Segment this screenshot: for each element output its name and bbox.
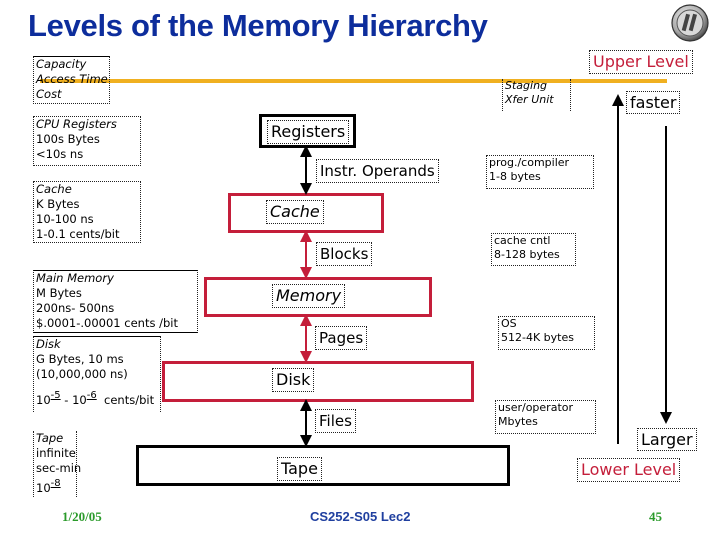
xfer-manager-prog-compiler: prog./compiler 1-8 bytes xyxy=(486,155,594,189)
memory-capacity: M Bytes xyxy=(36,286,82,300)
disk-capacity: G Bytes, 10 ms xyxy=(36,352,124,366)
cache-level-label: Cache xyxy=(266,200,324,224)
disk-cost-exp1: -5 xyxy=(50,390,61,401)
disk-cost-base1: 10 xyxy=(36,393,51,407)
disk-cost-exp2: -6 xyxy=(86,390,97,401)
tape-capacity: infinite xyxy=(36,446,76,460)
tape-spec-title: Tape xyxy=(36,431,64,445)
disk-spec-title: Disk xyxy=(36,337,61,351)
legend-capacity: Capacity xyxy=(36,57,87,71)
disk-cost-base2: 10 xyxy=(72,393,87,407)
tape-spec-box: Tape infinite sec-min 10-8 xyxy=(33,431,82,497)
registers-capacity: 100s Bytes xyxy=(36,132,100,146)
upper-level-label: Upper Level xyxy=(589,50,693,74)
xfer-size-label: 8-128 bytes xyxy=(494,247,560,261)
legend-cost: Cost xyxy=(36,87,62,101)
xfer-manager-label: prog./compiler xyxy=(489,156,570,169)
xfer-unit-files: Files xyxy=(315,409,356,433)
xfer-manager-user-operator: user/operator Mbytes xyxy=(495,400,596,434)
disk-access-time: (10,000,000 ns) xyxy=(36,367,128,381)
disk-cost-unit: cents/bit xyxy=(104,393,155,407)
university-seal-icon xyxy=(671,4,709,42)
cache-spec-title: Cache xyxy=(36,182,72,196)
registers-access-time: <10s ns xyxy=(36,147,84,161)
xfer-unit-blocks: Blocks xyxy=(316,242,373,266)
registers-spec-box: CPU Registers 100s Bytes <10s ns xyxy=(33,116,141,166)
cache-spec-box: Cache K Bytes 10-100 ns 1-0.1 cents/bit xyxy=(33,181,141,243)
memory-spec-box: Main Memory M Bytes 200ns- 500ns $.0001-… xyxy=(33,270,198,333)
xfer-manager-label: OS xyxy=(501,317,517,330)
tape-cost: 10-8 xyxy=(36,476,74,496)
footer-date: 1/20/05 xyxy=(62,509,102,524)
footer-course: CS252-S05 Lec2 xyxy=(310,509,411,524)
xfer-size-label: Mbytes xyxy=(498,414,538,428)
memory-level-label: Memory xyxy=(272,284,346,308)
xfer-manager-os: OS 512-4K bytes xyxy=(498,316,595,350)
xfer-size-label: 1-8 bytes xyxy=(489,169,541,183)
staging-header-box: Staging Xfer Unit xyxy=(502,79,571,111)
disk-level-label: Disk xyxy=(272,368,315,392)
tape-level-box xyxy=(136,445,510,486)
legend-access-time: Access Time xyxy=(36,72,108,86)
lower-level-label: Lower Level xyxy=(577,458,681,482)
xfer-manager-label: cache cntl xyxy=(494,234,551,247)
cache-capacity: K Bytes xyxy=(36,197,80,211)
slide-title: Levels of the Memory Hierarchy xyxy=(28,8,488,43)
memory-access-time: 200ns- 500ns xyxy=(36,301,115,315)
xfer-manager-label: user/operator xyxy=(498,401,574,414)
cache-access-time: 10-100 ns xyxy=(36,212,94,226)
hierarchy-header-rule xyxy=(40,79,667,83)
xfer-manager-cache-cntl: cache cntl 8-128 bytes xyxy=(491,233,576,266)
tape-cost-exp: -8 xyxy=(50,478,61,489)
registers-spec-title: CPU Registers xyxy=(36,117,117,131)
faster-label: faster xyxy=(626,91,681,114)
staging-label: Staging xyxy=(505,79,548,92)
xfer-unit-instr-operands: Instr. Operands xyxy=(316,159,439,183)
disk-cost-sep: - xyxy=(60,393,73,407)
memory-spec-title: Main Memory xyxy=(36,271,114,285)
footer-page-number: 45 xyxy=(649,509,662,524)
cache-cost: 1-0.1 cents/bit xyxy=(36,227,120,241)
xfer-unit-label: Xfer Unit xyxy=(505,92,554,106)
tape-level-label: Tape xyxy=(277,457,322,481)
disk-level-box xyxy=(162,361,474,402)
disk-cost: 10-5 - 10-6 cents/bit xyxy=(36,388,158,408)
larger-label: Larger xyxy=(637,428,697,451)
legend-header-box: Capacity Access Time Cost xyxy=(33,56,110,104)
disk-spec-box: Disk G Bytes, 10 ms (10,000,000 ns) 10-5… xyxy=(33,336,161,412)
xfer-size-label: 512-4K bytes xyxy=(501,330,574,344)
registers-level-label: Registers xyxy=(267,120,350,144)
xfer-unit-pages: Pages xyxy=(315,326,368,350)
tape-access-time: sec-min xyxy=(36,461,82,475)
tape-cost-base: 10 xyxy=(36,481,51,495)
memory-cost: $.0001-.00001 cents /bit xyxy=(36,316,179,330)
